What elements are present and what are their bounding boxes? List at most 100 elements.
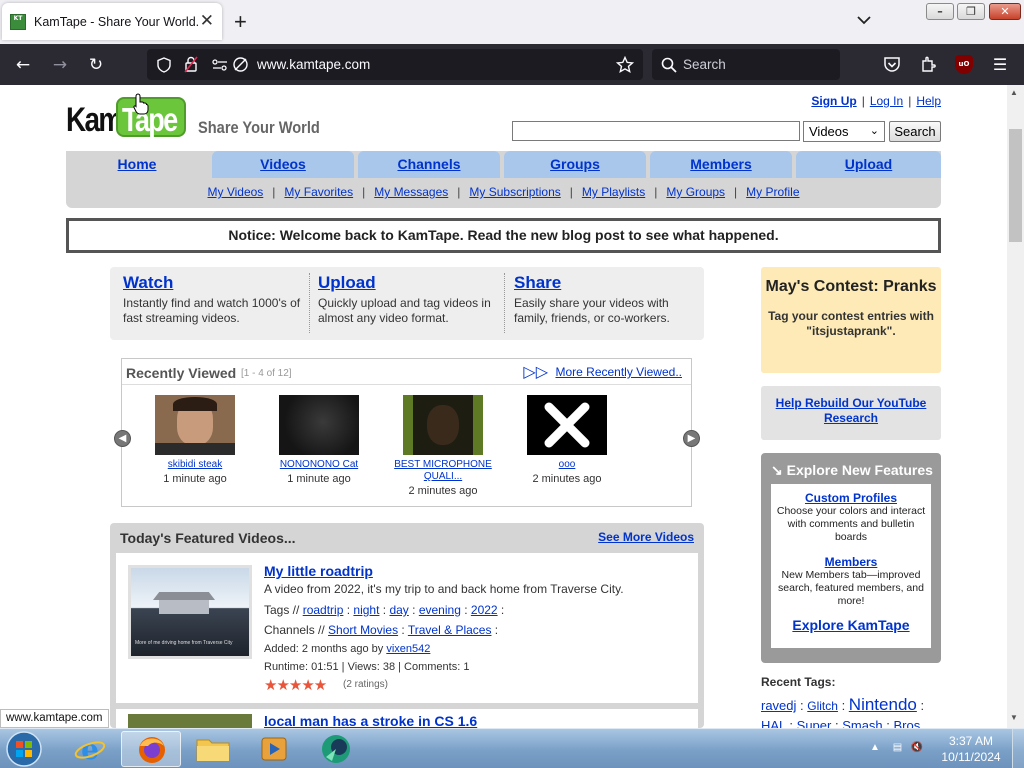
tag-link[interactable]: HAL: [761, 718, 786, 728]
tab-members[interactable]: Members: [650, 151, 792, 178]
subnav-my-playlists[interactable]: My Playlists: [582, 185, 645, 199]
video-thumbnail[interactable]: [155, 395, 235, 455]
permissions-icon[interactable]: [211, 57, 229, 73]
hamburger-menu-icon[interactable]: ☰: [991, 56, 1009, 74]
site-search-button[interactable]: Search: [889, 121, 941, 142]
search-type-select[interactable]: Videos ⌄: [803, 121, 885, 142]
tag-link[interactable]: 2022: [471, 603, 498, 617]
media-player-icon[interactable]: [244, 731, 304, 767]
page-scrollbar[interactable]: ▲ ▼: [1007, 85, 1024, 728]
file-explorer-icon[interactable]: [183, 731, 243, 767]
explore-kamtape-link[interactable]: Explore KamTape: [771, 617, 931, 633]
recent-video-title[interactable]: skibidi steak: [140, 459, 250, 471]
share-link[interactable]: Share: [514, 273, 561, 292]
tab-channels[interactable]: Channels: [358, 151, 500, 178]
subnav-my-groups[interactable]: My Groups: [666, 185, 725, 199]
tag-link[interactable]: Glitch: [807, 699, 838, 713]
scrollbar-thumb[interactable]: [1009, 129, 1022, 242]
members-feature-link[interactable]: Members: [771, 555, 931, 569]
start-button-icon[interactable]: [4, 730, 44, 768]
tag-link[interactable]: Bros: [894, 718, 921, 728]
login-link[interactable]: Log In: [870, 94, 903, 108]
recent-video-item[interactable]: ooo 2 minutes ago: [512, 395, 622, 485]
video-thumbnail[interactable]: [403, 395, 483, 455]
tab-home[interactable]: Home: [66, 151, 208, 178]
forward-icon[interactable]: →: [51, 56, 69, 74]
recent-video-item[interactable]: NONONONO Cat 1 minute ago: [264, 395, 374, 485]
internet-explorer-icon[interactable]: e: [60, 731, 120, 767]
tag-link[interactable]: day: [389, 603, 408, 617]
insecure-lock-icon[interactable]: [184, 56, 198, 73]
network-icon[interactable]: ▤: [893, 742, 902, 753]
tag-link[interactable]: Smash: [842, 718, 882, 728]
window-close-button[interactable]: ✕: [989, 3, 1021, 20]
back-icon[interactable]: ←: [14, 56, 32, 74]
video-thumbnail[interactable]: [527, 395, 607, 455]
more-recently-viewed-link[interactable]: More Recently Viewed..: [555, 365, 682, 379]
address-bar[interactable]: www.kamtape.com: [147, 49, 643, 80]
site-search-input[interactable]: [512, 121, 800, 141]
recent-video-title[interactable]: ooo: [512, 459, 622, 471]
show-desktop-button[interactable]: [1012, 729, 1024, 768]
show-hidden-icons-icon[interactable]: ▲: [870, 742, 880, 753]
subnav-my-favorites[interactable]: My Favorites: [284, 185, 353, 199]
subnav-my-profile[interactable]: My Profile: [746, 185, 799, 199]
tag-link[interactable]: evening: [419, 603, 461, 617]
close-tab-icon[interactable]: ✕: [200, 11, 214, 31]
pocket-icon[interactable]: [883, 56, 901, 73]
fast-forward-icon[interactable]: ▷▷: [523, 362, 548, 382]
tag-link[interactable]: Nintendo: [849, 695, 917, 714]
tab-upload[interactable]: Upload: [796, 151, 941, 178]
reload-icon[interactable]: ↻: [87, 56, 105, 74]
subnav-my-messages[interactable]: My Messages: [374, 185, 448, 199]
see-more-videos-link[interactable]: See More Videos: [598, 530, 694, 544]
recent-video-title[interactable]: BEST MICROPHONE QUALI...: [388, 459, 498, 483]
subnav-my-subscriptions[interactable]: My Subscriptions: [469, 185, 560, 199]
bookmark-star-icon[interactable]: [616, 56, 634, 74]
tag-link[interactable]: ravedj: [761, 698, 796, 713]
uploader-link[interactable]: vixen542: [386, 643, 430, 655]
video-thumbnail[interactable]: [279, 395, 359, 455]
subnav-my-videos[interactable]: My Videos: [207, 185, 263, 199]
tab-groups[interactable]: Groups: [504, 151, 646, 178]
firefox-taskbar-icon[interactable]: [121, 731, 181, 767]
shield-icon[interactable]: [156, 57, 172, 73]
featured-video-title[interactable]: local man has a stroke in CS 1.6: [264, 713, 477, 728]
tag-link[interactable]: roadtrip: [303, 603, 344, 617]
youtube-research-link[interactable]: Help Rebuild Our YouTube Research: [776, 396, 927, 425]
scroll-down-icon[interactable]: ▼: [1010, 713, 1018, 722]
browser-search-field[interactable]: Search: [652, 49, 840, 80]
recent-video-item[interactable]: skibidi steak 1 minute ago: [140, 395, 250, 485]
signup-link[interactable]: Sign Up: [811, 94, 856, 108]
recent-video-title[interactable]: NONONONO Cat: [264, 459, 374, 471]
channel-link[interactable]: Short Movies: [328, 623, 398, 637]
featured-video-thumbnail[interactable]: [128, 714, 252, 728]
scroll-up-icon[interactable]: ▲: [1010, 88, 1018, 97]
featured-video-thumbnail[interactable]: More of me driving home from Traverse Ci…: [128, 565, 252, 659]
clock-date: 10/11/2024: [941, 750, 1001, 764]
scroll-left-arrow-icon[interactable]: ◀: [114, 430, 131, 447]
ublock-origin-icon[interactable]: uO: [955, 55, 973, 74]
app-taskbar-icon[interactable]: [306, 731, 366, 767]
recent-video-item[interactable]: BEST MICROPHONE QUALI... 2 minutes ago: [388, 395, 498, 497]
extensions-icon[interactable]: [920, 55, 937, 73]
restore-button[interactable]: ❐: [957, 3, 985, 20]
new-tab-icon[interactable]: +: [234, 10, 247, 34]
watch-link[interactable]: Watch: [123, 273, 173, 292]
custom-profiles-link[interactable]: Custom Profiles: [771, 491, 931, 505]
browser-tab[interactable]: KT KamTape - Share Your World. ✕: [2, 3, 222, 40]
tag-link[interactable]: night: [353, 603, 379, 617]
tag-link[interactable]: Super: [797, 718, 832, 728]
volume-muted-icon[interactable]: 🔇: [911, 742, 923, 753]
scroll-right-arrow-icon[interactable]: ▶: [683, 430, 700, 447]
minimize-button[interactable]: –: [926, 3, 954, 20]
featured-video-title[interactable]: My little roadtrip: [264, 563, 373, 579]
list-all-tabs-icon[interactable]: [856, 12, 872, 28]
tab-videos[interactable]: Videos: [212, 151, 354, 178]
kamtape-logo[interactable]: Kam Tape: [66, 94, 190, 140]
upload-link[interactable]: Upload: [318, 273, 376, 292]
help-link[interactable]: Help: [916, 94, 941, 108]
tracking-protection-icon[interactable]: [232, 56, 249, 73]
channel-link[interactable]: Travel & Places: [408, 623, 492, 637]
taskbar-clock[interactable]: 3:37 AM 10/11/2024: [934, 733, 1008, 765]
